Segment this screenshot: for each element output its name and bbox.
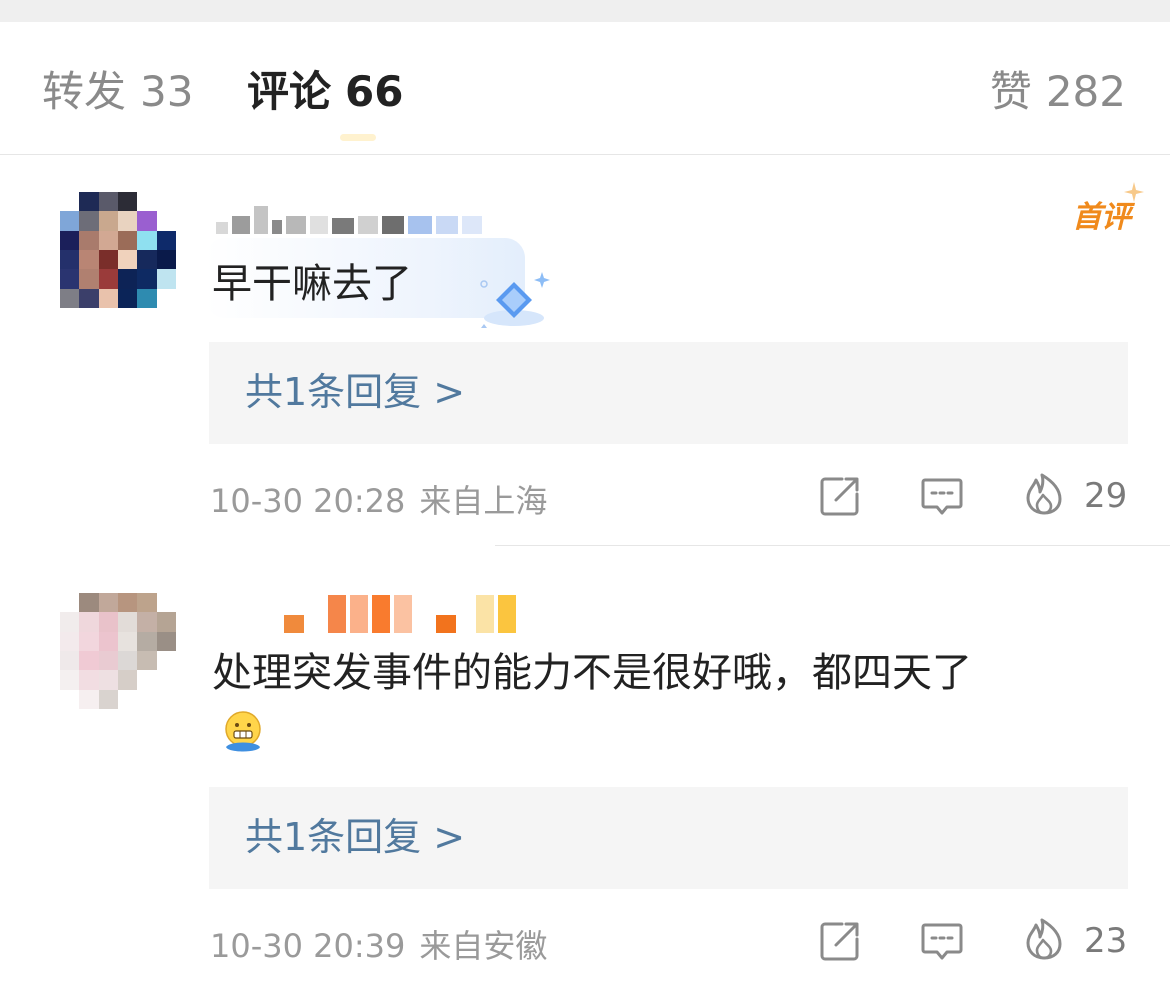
share-edit-icon[interactable] (818, 474, 862, 518)
status-strip (0, 0, 1170, 22)
avatar[interactable] (60, 593, 176, 709)
tab-repost-label: 转发 (42, 67, 127, 116)
grimace-emoji (225, 711, 261, 752)
comment-time: 10-30 20:39 (210, 927, 406, 965)
tab-comment-count: 66 (345, 67, 404, 116)
username-redacted[interactable] (216, 593, 520, 633)
first-comment-badge: 首评 (1072, 182, 1144, 236)
active-tab-indicator (340, 134, 376, 141)
comment-tabs: 转发 33 评论 66 赞 282 (0, 22, 1170, 155)
reply-summary-label: 共1条回复 > (245, 370, 466, 414)
comment-divider (495, 545, 1170, 546)
comment-item: 处理突发事件的能力不是很好哦，都四天了 共1条回复 > 10-30 20:39 来… (0, 547, 1170, 1001)
reply-summary[interactable]: 共1条回复 > (209, 787, 1128, 889)
tab-repost-count: 33 (140, 67, 194, 116)
comment-time: 10-30 20:28 (210, 482, 406, 520)
like-count: 23 (1084, 921, 1128, 961)
first-comment-label: 首评 (1072, 200, 1131, 235)
tab-comment-label: 评论 (247, 67, 332, 116)
reply-summary[interactable]: 共1条回复 > (209, 342, 1128, 444)
avatar[interactable] (60, 192, 176, 308)
sparkle-icon (1124, 182, 1144, 202)
tab-repost[interactable]: 转发 33 (42, 66, 193, 118)
comment-location: 来自安徽 (419, 927, 548, 965)
comment-location: 来自上海 (419, 482, 548, 520)
like-count: 29 (1084, 476, 1128, 516)
username-redacted[interactable] (216, 204, 486, 234)
comment-meta: 10-30 20:28 来自上海 (210, 476, 547, 522)
flame-icon[interactable] (1022, 917, 1066, 961)
comment-bubble-icon[interactable] (920, 919, 964, 963)
tab-like-label: 赞 (989, 67, 1032, 116)
comment-item: 首评 早干嘛去了 共1条回复 > 10-30 20:28 来自上海 29 (0, 156, 1170, 546)
comment-bubble-icon[interactable] (920, 474, 964, 518)
tabs-divider (0, 154, 1170, 155)
comment-text: 处理突发事件的能力不是很好哦，都四天了 (212, 650, 972, 696)
reply-summary-label: 共1条回复 > (245, 815, 466, 859)
tab-comment[interactable]: 评论 66 (247, 66, 403, 118)
comment-text: 早干嘛去了 (212, 261, 412, 307)
flame-icon[interactable] (1022, 472, 1066, 516)
tab-like[interactable]: 赞 282 (990, 66, 1126, 118)
tab-like-count: 282 (1045, 67, 1126, 116)
share-edit-icon[interactable] (818, 919, 862, 963)
comment-meta: 10-30 20:39 来自安徽 (210, 921, 547, 967)
diamond-badge-icon (480, 272, 550, 328)
